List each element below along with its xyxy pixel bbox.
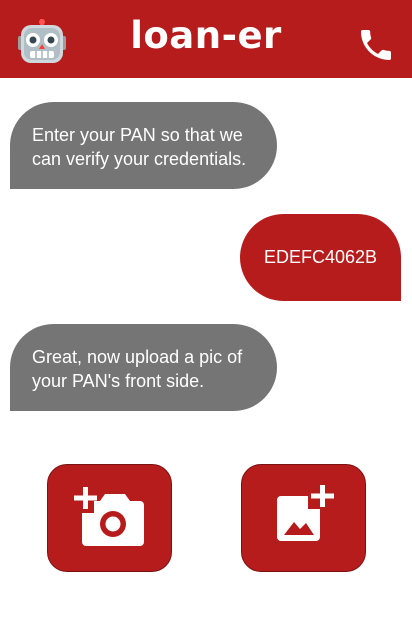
phone-icon[interactable]: [356, 25, 396, 65]
app-title: loan-er: [130, 14, 282, 57]
app-header: loan-er: [0, 0, 412, 78]
user-message: EDEFC4062B: [240, 214, 401, 301]
add-gallery-photo-button[interactable]: [241, 464, 366, 572]
bot-message: Enter your PAN so that we can verify you…: [10, 102, 277, 189]
add-camera-photo-button[interactable]: [47, 464, 172, 572]
add-camera-icon: [74, 487, 144, 546]
chat-app: loan-er Enter your PAN so that we can ve…: [0, 0, 412, 629]
add-photo-icon: [277, 485, 334, 541]
bot-message: Great, now upload a pic of your PAN's fr…: [10, 324, 277, 411]
